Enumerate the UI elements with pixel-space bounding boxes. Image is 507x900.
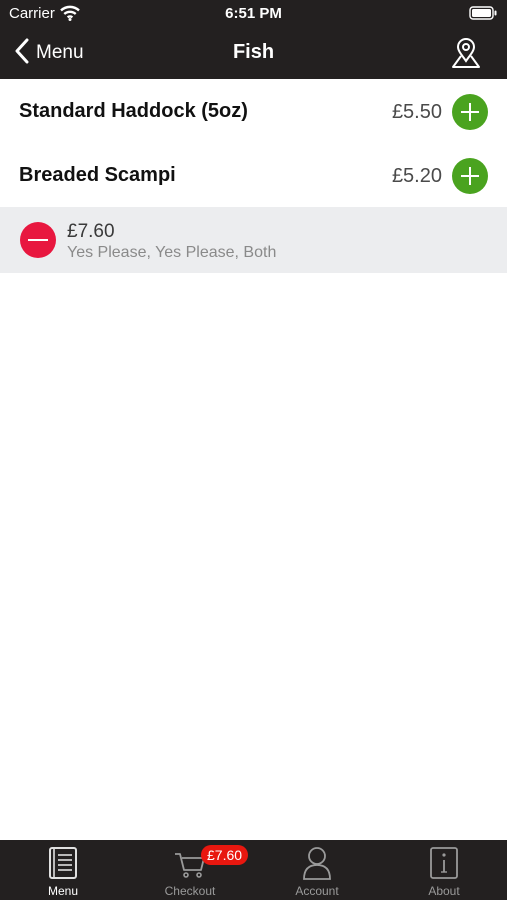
battery-icon <box>469 6 497 25</box>
menu-item-row: Breaded Scampi £5.20 <box>0 143 507 207</box>
tab-account[interactable]: Account <box>254 840 380 900</box>
selection-options: Yes Please, Yes Please, Both <box>67 244 277 261</box>
menu-items-list: Standard Haddock (5oz) £5.50 Breaded Sca… <box>0 79 507 273</box>
info-icon <box>381 846 507 880</box>
status-time: 6:51 PM <box>225 5 282 22</box>
item-name: Standard Haddock (5oz) <box>19 100 248 122</box>
chevron-left-icon <box>14 38 30 69</box>
add-item-button[interactable] <box>452 94 488 130</box>
tab-bar: Menu £7.60 Checkout Account About <box>0 840 507 900</box>
add-item-button[interactable] <box>452 158 488 194</box>
tab-about[interactable]: About <box>381 840 507 900</box>
selection-price: £7.60 <box>67 221 115 242</box>
item-price: £5.20 <box>391 165 442 187</box>
menu-book-icon <box>0 846 126 880</box>
status-bar: Carrier 6:51 PM <box>0 0 507 28</box>
selected-item-row: £7.60 Yes Please, Yes Please, Both <box>0 207 507 273</box>
tab-label: Checkout <box>164 884 216 898</box>
tab-label: Menu <box>47 884 79 898</box>
tab-label: About <box>428 884 460 898</box>
cart-total-badge: £7.60 <box>201 845 249 865</box>
menu-item-row: Standard Haddock (5oz) £5.50 <box>0 79 507 143</box>
tab-checkout[interactable]: £7.60 Checkout <box>127 840 253 900</box>
item-price: £5.50 <box>391 101 442 123</box>
header: Carrier 6:51 PM Menu Fish <box>0 0 507 79</box>
back-label: Menu <box>36 42 84 63</box>
user-icon <box>254 846 380 880</box>
tab-label: Account <box>295 884 339 898</box>
tab-menu[interactable]: Menu <box>0 840 126 900</box>
item-name: Breaded Scampi <box>19 164 176 186</box>
location-button[interactable] <box>451 37 481 74</box>
remove-item-button[interactable] <box>20 222 56 258</box>
back-button[interactable]: Menu <box>14 38 84 68</box>
map-pin-icon <box>451 38 481 73</box>
